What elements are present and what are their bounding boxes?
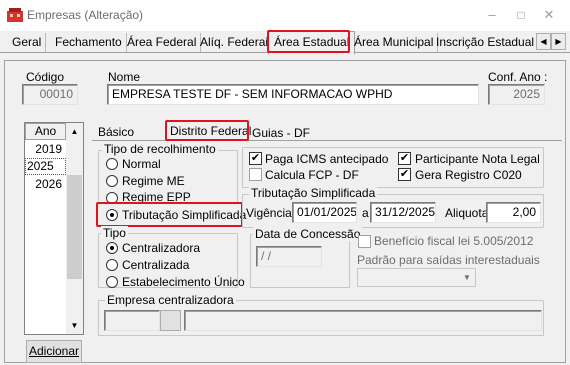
scroll-down-arrow-icon[interactable]: ▼ <box>67 318 82 333</box>
tab-geral[interactable]: Geral <box>8 33 47 52</box>
radio-regime-me-label[interactable]: Regime ME <box>122 174 185 188</box>
calcula-fcp-checkbox[interactable] <box>249 168 262 181</box>
beneficio-checkbox[interactable] <box>358 235 371 248</box>
participante-checkbox[interactable]: ✔ <box>398 152 411 165</box>
a-label: a <box>362 206 369 220</box>
tab-area-municipal[interactable]: Área Municipal <box>350 33 439 52</box>
vigencia-start-field[interactable]: 01/01/2025 <box>292 202 357 223</box>
radio-centralizadora-label[interactable]: Centralizadora <box>122 241 200 255</box>
concessao-title: Data de Concessão <box>253 227 363 241</box>
beneficio-label[interactable]: Benefício fiscal lei 5.005/2012 <box>374 234 533 248</box>
gera-registro-checkbox[interactable]: ✔ <box>398 168 411 181</box>
radio-centralizada-label[interactable]: Centralizada <box>122 258 189 272</box>
tributacao-simplificada-highlight <box>96 202 243 227</box>
participante-label[interactable]: Participante Nota Legal <box>415 152 540 166</box>
tab-area-federal[interactable]: Área Federal <box>123 33 202 52</box>
radio-estabelecimento-unico-label[interactable]: Estabelecimento Único <box>122 275 245 289</box>
radio-normal-label[interactable]: Normal <box>122 157 161 171</box>
maximize-button[interactable]: □ <box>513 6 529 24</box>
app-icon <box>7 8 23 22</box>
concessao-field[interactable]: / / <box>256 246 322 267</box>
vigencia-end-field[interactable]: 31/12/2025 <box>370 202 436 223</box>
tab-scroll-left-button[interactable]: ◀ <box>536 33 551 50</box>
padrao-dropdown-arrow-icon[interactable]: ▼ <box>459 269 475 286</box>
year-item[interactable]: 2019 <box>26 141 62 158</box>
conf-ano-label: Conf. Ano : <box>488 70 548 84</box>
aliquota-label: Aliquota <box>445 206 489 220</box>
window-title: Empresas (Alteração) <box>27 8 144 22</box>
codigo-field[interactable]: 00010 <box>22 84 78 105</box>
minimize-button[interactable]: – <box>484 6 500 24</box>
radio-normal[interactable] <box>106 158 118 170</box>
tab-fechamento[interactable]: Fechamento <box>51 33 127 52</box>
radio-regime-me[interactable] <box>106 175 118 187</box>
nome-field[interactable]: EMPRESA TESTE DF - SEM INFORMACAO WPHD <box>107 84 479 105</box>
empresa-name-field[interactable] <box>184 310 542 331</box>
year-scroll-thumb[interactable] <box>67 175 82 279</box>
padrao-label: Padrão para saídas interestaduais <box>357 253 540 267</box>
aliquota-field[interactable]: 2,00 <box>486 202 541 223</box>
tab-inscricao-estadual[interactable]: Inscrição Estadual S <box>432 33 536 52</box>
radio-centralizadora[interactable] <box>106 242 118 254</box>
vigencia-label: Vigência <box>246 206 292 220</box>
empresa-code-field[interactable] <box>104 310 160 331</box>
adicionar-button[interactable]: Adicionar <box>26 340 82 363</box>
tab-area-estadual-highlight <box>267 30 350 53</box>
tributacao-simplificada-title: Tributação Simplificada <box>249 186 378 200</box>
tipo-recolhimento-title: Tipo de recolhimento <box>102 142 218 156</box>
gera-registro-label[interactable]: Gera Registro C020 <box>415 168 522 182</box>
radio-estabelecimento-unico[interactable] <box>106 276 118 288</box>
paga-icms-label[interactable]: Paga ICMS antecipado <box>265 152 388 166</box>
nome-label: Nome <box>108 70 141 84</box>
calcula-fcp-label[interactable]: Calcula FCP - DF <box>265 168 359 182</box>
year-item[interactable]: 2026 <box>26 176 62 193</box>
tab-scroll-right-button[interactable]: ▶ <box>551 33 566 50</box>
close-button[interactable]: ✕ <box>541 6 557 24</box>
subtab-divider <box>92 140 562 141</box>
empresa-centralizadora-title: Empresa centralizadora <box>105 293 236 307</box>
subtab-distrito-federal-highlight <box>165 120 249 141</box>
scroll-up-arrow-icon[interactable]: ▲ <box>67 124 82 139</box>
codigo-label: Código <box>26 70 65 84</box>
subtab-guias-df[interactable]: Guias - DF <box>252 126 310 140</box>
paga-icms-checkbox[interactable]: ✔ <box>249 152 262 165</box>
year-item-selected[interactable]: 2025 <box>25 158 66 175</box>
adicionar-label: Adicionar <box>28 344 80 358</box>
empresa-lookup-button[interactable] <box>160 310 181 331</box>
tipo-title: Tipo <box>101 226 128 240</box>
conf-ano-field[interactable]: 2025 <box>488 84 545 105</box>
year-list-header: Ano <box>25 123 66 140</box>
radio-centralizada[interactable] <box>106 259 118 271</box>
subtab-basico[interactable]: Básico <box>98 125 134 139</box>
